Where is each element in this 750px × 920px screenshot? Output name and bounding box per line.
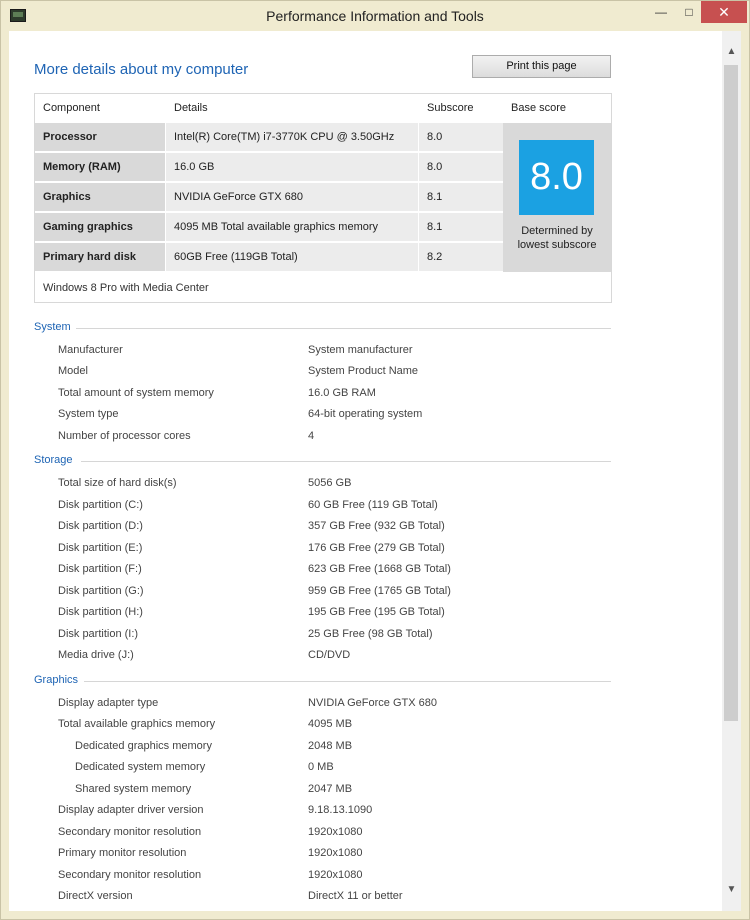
component-subscore: 8.1 (419, 213, 503, 241)
close-button[interactable]: ✕ (701, 1, 747, 23)
property-value: 1920x1080 (308, 869, 363, 881)
content-area: More details about my computer Print thi… (9, 31, 722, 911)
property-value: 5056 GB (308, 477, 352, 489)
score-row: Processor Intel(R) Core(TM) i7-3770K CPU… (35, 123, 503, 151)
property-label: Disk partition (G:) (58, 585, 144, 597)
maximize-button[interactable]: □ (675, 1, 703, 23)
property-label: Disk partition (H:) (58, 606, 143, 618)
property-value: 0 MB (308, 761, 334, 773)
component-subscore: 8.0 (419, 153, 503, 181)
property-value: 64-bit operating system (308, 408, 423, 420)
property-label: Display adapter driver version (58, 804, 204, 816)
property-value: 2047 MB (308, 783, 353, 795)
property-value: 60 GB Free (119 GB Total) (308, 499, 438, 511)
score-row: Primary hard disk 60GB Free (119GB Total… (35, 243, 503, 271)
base-score-note: Determined by lowest subscore (503, 224, 611, 252)
property-value: 4 (308, 430, 315, 442)
property-value: 16.0 GB RAM (308, 387, 376, 399)
property-label: Dedicated system memory (75, 761, 206, 773)
component-subscore: 8.2 (419, 243, 503, 271)
property-value: 1920x1080 (308, 847, 363, 859)
property-label: Shared system memory (75, 783, 192, 795)
property-label: Display adapter type (58, 697, 159, 709)
property-label: Disk partition (F:) (58, 563, 142, 575)
property-label: Manufacturer (58, 344, 123, 356)
property-value: 357 GB Free (932 GB Total) (308, 520, 445, 532)
base-score-panel: 8.0 Determined by lowest subscore (503, 123, 611, 272)
section-divider (76, 328, 611, 329)
scroll-down-arrow-icon[interactable]: ▼ (722, 881, 741, 899)
col-header-component: Component (43, 102, 100, 114)
col-header-subscore: Subscore (427, 102, 474, 114)
scrollbar-thumb[interactable] (724, 65, 738, 721)
base-score-note-line: lowest subscore (517, 239, 597, 251)
property-label: Disk partition (I:) (58, 628, 139, 640)
property-value: 2048 MB (308, 740, 353, 752)
property-label: DirectX version (58, 890, 133, 902)
page-title: More details about my computer (34, 61, 249, 78)
component-name: Processor (35, 123, 165, 151)
component-name: Graphics (35, 183, 165, 211)
window-title: Performance Information and Tools (266, 8, 484, 24)
component-details: NVIDIA GeForce GTX 680 (166, 183, 418, 211)
window: Performance Information and Tools — □ ✕ … (0, 0, 750, 920)
property-value: System manufacturer (308, 344, 413, 356)
component-details: 60GB Free (119GB Total) (166, 243, 418, 271)
property-value: DirectX 11 or better (308, 890, 403, 902)
score-row: Graphics NVIDIA GeForce GTX 680 8.1 (35, 183, 503, 211)
property-label: Secondary monitor resolution (58, 869, 202, 881)
component-details: 16.0 GB (166, 153, 418, 181)
property-label: Number of processor cores (58, 430, 191, 442)
component-details: 4095 MB Total available graphics memory (166, 213, 418, 241)
section-graphics-title: Graphics (34, 674, 79, 686)
property-label: Disk partition (D:) (58, 520, 143, 532)
component-subscore: 8.1 (419, 183, 503, 211)
score-table: Component Details Subscore Base score Pr… (34, 93, 612, 303)
section-storage-title: Storage (34, 454, 73, 466)
property-value: 623 GB Free (1668 GB Total) (308, 563, 451, 575)
property-label: Secondary monitor resolution (58, 826, 202, 838)
property-label: Total size of hard disk(s) (58, 477, 177, 489)
property-label: Primary monitor resolution (58, 847, 187, 859)
os-edition: Windows 8 Pro with Media Center (43, 282, 209, 294)
property-value: 1920x1080 (308, 826, 363, 838)
component-name: Gaming graphics (35, 213, 165, 241)
section-divider (81, 461, 611, 462)
property-value: 959 GB Free (1765 GB Total) (308, 585, 451, 597)
property-label: Disk partition (E:) (58, 542, 143, 554)
property-label: Dedicated graphics memory (75, 740, 212, 752)
property-label: Disk partition (C:) (58, 499, 143, 511)
property-value: 195 GB Free (195 GB Total) (308, 606, 445, 618)
score-row: Memory (RAM) 16.0 GB 8.0 (35, 153, 503, 181)
property-label: Total amount of system memory (58, 387, 214, 399)
component-name: Memory (RAM) (35, 153, 165, 181)
property-value: 4095 MB (308, 718, 353, 730)
score-row: Gaming graphics 4095 MB Total available … (35, 213, 503, 241)
vertical-scrollbar[interactable]: ▲ ▼ (722, 31, 741, 911)
print-page-button[interactable]: Print this page (472, 55, 611, 78)
property-value: CD/DVD (308, 649, 351, 661)
property-value: NVIDIA GeForce GTX 680 (308, 697, 437, 709)
property-value: System Product Name (308, 365, 419, 377)
base-score-note-line: Determined by (521, 225, 593, 237)
property-value: 176 GB Free (279 GB Total) (308, 542, 445, 554)
property-value: 25 GB Free (98 GB Total) (308, 628, 433, 640)
property-label: Model (58, 365, 88, 377)
property-label: Total available graphics memory (58, 718, 216, 730)
scroll-up-arrow-icon[interactable]: ▲ (722, 43, 741, 61)
col-header-base-score: Base score (511, 102, 567, 114)
title-bar[interactable]: Performance Information and Tools — □ ✕ (1, 1, 749, 31)
property-label: System type (58, 408, 119, 420)
component-subscore: 8.0 (419, 123, 503, 151)
base-score-tile: 8.0 (519, 140, 594, 215)
section-system-title: System (34, 321, 71, 333)
minimize-button[interactable]: — (647, 1, 675, 23)
component-details: Intel(R) Core(TM) i7-3770K CPU @ 3.50GHz (166, 123, 418, 151)
section-divider (84, 681, 611, 682)
property-value: 9.18.13.1090 (308, 804, 373, 816)
col-header-details: Details (174, 102, 208, 114)
property-label: Media drive (J:) (58, 649, 134, 661)
component-name: Primary hard disk (35, 243, 165, 271)
